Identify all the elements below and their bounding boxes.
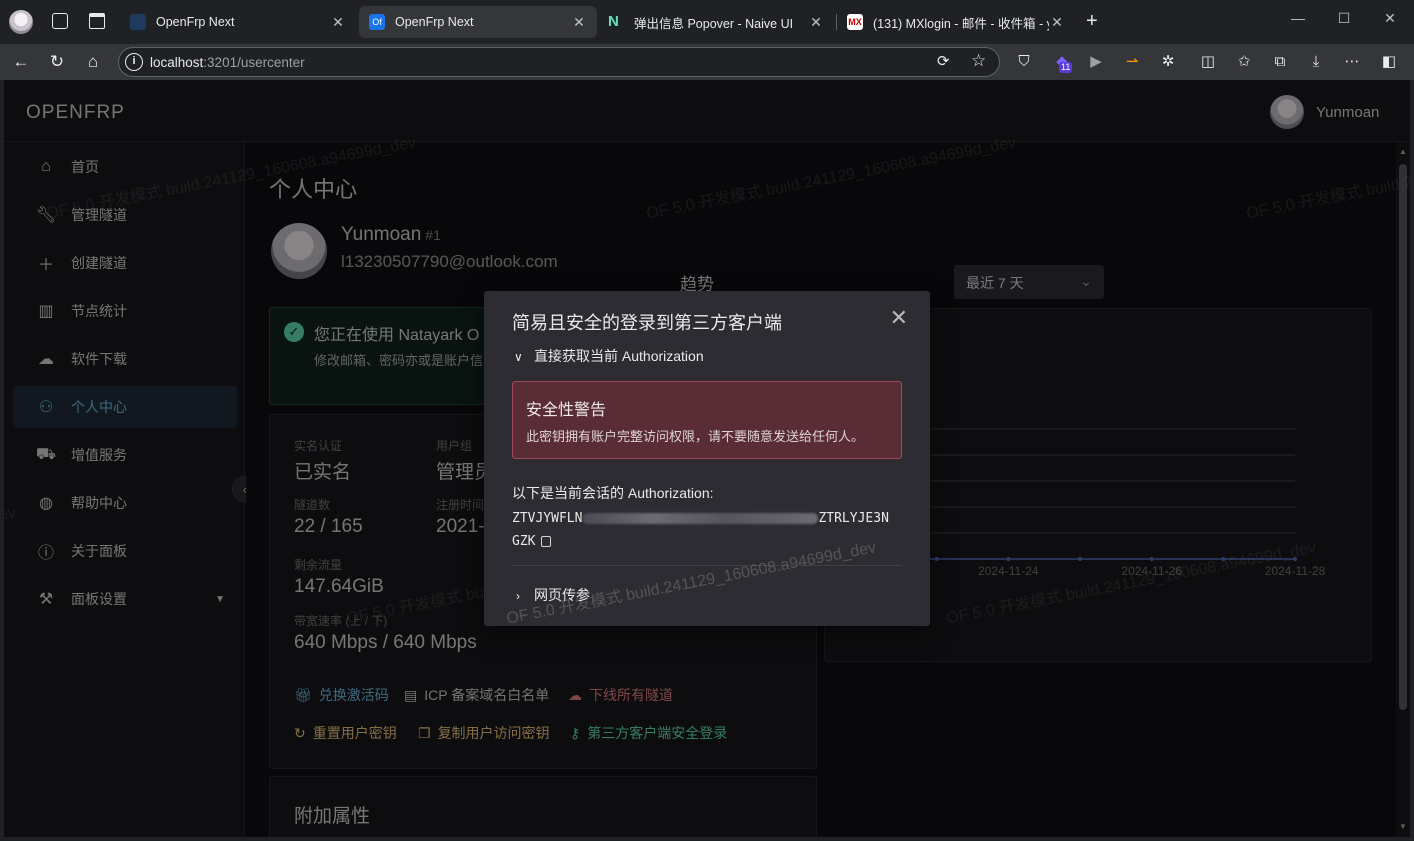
tab-mxlogin[interactable]: MX (131) MXlogin - 邮件 - 收件箱 - yu ✕ (837, 6, 1075, 38)
read-aloud-icon[interactable]: ⟳ (937, 52, 950, 70)
third-party-login-modal: 简易且安全的登录到第三方客户端 ✕ ∨ 直接获取当前 Authorization … (484, 291, 930, 626)
tab-title: OpenFrp Next (395, 15, 474, 29)
home-button[interactable]: ⌂ (81, 51, 105, 73)
downloads-icon[interactable]: ⤓ (1305, 52, 1327, 72)
favorite-star-icon[interactable]: ☆ (971, 51, 986, 71)
range-select-value: 最近 7 天 (966, 275, 1024, 291)
browser-tab-bar: OpenFrp Next ✕ Of OpenFrp Next ✕ N 弹出信息 … (0, 0, 1414, 44)
extension-badge: 11 (1059, 62, 1073, 73)
warning-title: 安全性警告 (526, 402, 607, 419)
collapse-web-params[interactable]: › 网页传参 (516, 585, 590, 605)
warning-body: 此密钥拥有账户完整访问权限，请不要随意发送给任何人。 (526, 429, 865, 444)
tab-actions-icon[interactable] (89, 13, 105, 29)
close-icon[interactable]: ✕ (330, 14, 346, 31)
auth-tail: GZK (512, 534, 536, 549)
url-host: localhost (150, 55, 204, 70)
tab-openfrp-2[interactable]: Of OpenFrp Next ✕ (359, 6, 597, 38)
collections-icon[interactable]: ⧉ (1269, 52, 1291, 72)
authorization-value[interactable]: ZTVJYWFLN ZTRLYJE3N GZK (512, 507, 904, 553)
address-bar[interactable]: i localhost:3201/usercenter ⟳ ☆ (118, 47, 1000, 77)
more-menu-icon[interactable]: ⋯ (1341, 52, 1363, 72)
close-icon[interactable]: ✕ (890, 307, 908, 329)
amazon-icon[interactable]: ⇀ (1121, 52, 1143, 72)
tab-title: 弹出信息 Popover - Naive UI (634, 16, 794, 31)
close-icon[interactable]: ✕ (808, 14, 824, 31)
naive-ui-favicon: N (608, 13, 619, 30)
collapse-label: 直接获取当前 Authorization (534, 348, 704, 364)
tab-naive-ui[interactable]: N 弹出信息 Popover - Naive UI ✕ (598, 6, 834, 38)
maximize-button[interactable]: ☐ (1329, 10, 1359, 27)
close-icon[interactable]: ✕ (571, 14, 587, 31)
new-tab-button[interactable]: + (1086, 10, 1098, 33)
split-screen-icon[interactable]: ◫ (1197, 52, 1219, 72)
url-path: :3201/usercenter (203, 55, 305, 70)
back-button[interactable]: ← (9, 51, 33, 73)
workspaces-icon[interactable] (52, 13, 68, 29)
authorization-label: 以下是当前会话的 Authorization: (512, 485, 714, 501)
extensions-puzzle-icon[interactable]: ✲ (1157, 52, 1179, 72)
shield-icon[interactable]: ⛉ (1013, 52, 1035, 72)
sidebar-toggle-icon[interactable]: ◧ (1378, 52, 1400, 72)
chevron-right-icon: › (516, 589, 520, 603)
collapse-label: 网页传参 (534, 587, 590, 603)
modal-title: 简易且安全的登录到第三方客户端 (512, 313, 782, 333)
url-text[interactable]: localhost:3201/usercenter (150, 55, 305, 70)
chevron-down-icon: ⌄ (1080, 273, 1092, 289)
openfrp-favicon: Of (369, 14, 385, 30)
security-warning-alert: 安全性警告 此密钥拥有账户完整访问权限，请不要随意发送给任何人。 (512, 381, 902, 459)
reload-button[interactable]: ↻ (45, 51, 69, 73)
copy-icon[interactable] (541, 536, 552, 547)
site-info-icon[interactable]: i (125, 53, 143, 71)
range-select: 最近 7 天 ⌄ (954, 265, 1104, 299)
extension-icon[interactable]: ◆11 (1051, 52, 1073, 73)
tab-title: OpenFrp Next (156, 15, 235, 29)
openfrp-page: OPENFRP Yunmoan ⌂ 首页 🔧︎ 管理隧道 ＋创建隧道 ▥ 节点统计 ☁… (4, 80, 1410, 837)
divider (512, 565, 902, 566)
minimize-button[interactable]: — (1283, 10, 1313, 26)
blurred-token (582, 513, 819, 524)
profile-avatar[interactable] (9, 10, 33, 34)
close-icon[interactable]: ✕ (1049, 14, 1065, 31)
chevron-down-icon: ∨ (514, 350, 523, 364)
tab-openfrp-1[interactable]: OpenFrp Next ✕ (120, 6, 356, 38)
play-icon[interactable]: ▶ (1085, 52, 1107, 72)
mx-favicon: MX (847, 14, 863, 30)
collapse-authorization[interactable]: ∨ 直接获取当前 Authorization (514, 346, 704, 366)
auth-prefix: ZTVJYWFLN (512, 511, 583, 526)
openfrp-favicon (130, 14, 146, 30)
tab-title: (131) MXlogin - 邮件 - 收件箱 - yu (873, 16, 1049, 31)
auth-suffix: ZTRLYJE3N (818, 511, 889, 526)
window-close-button[interactable]: ✕ (1375, 10, 1405, 27)
browser-toolbar: ← ↻ ⌂ i localhost:3201/usercenter ⟳ ☆ ⛉ … (0, 44, 1414, 80)
favorites-icon[interactable]: ✩ (1233, 52, 1255, 72)
